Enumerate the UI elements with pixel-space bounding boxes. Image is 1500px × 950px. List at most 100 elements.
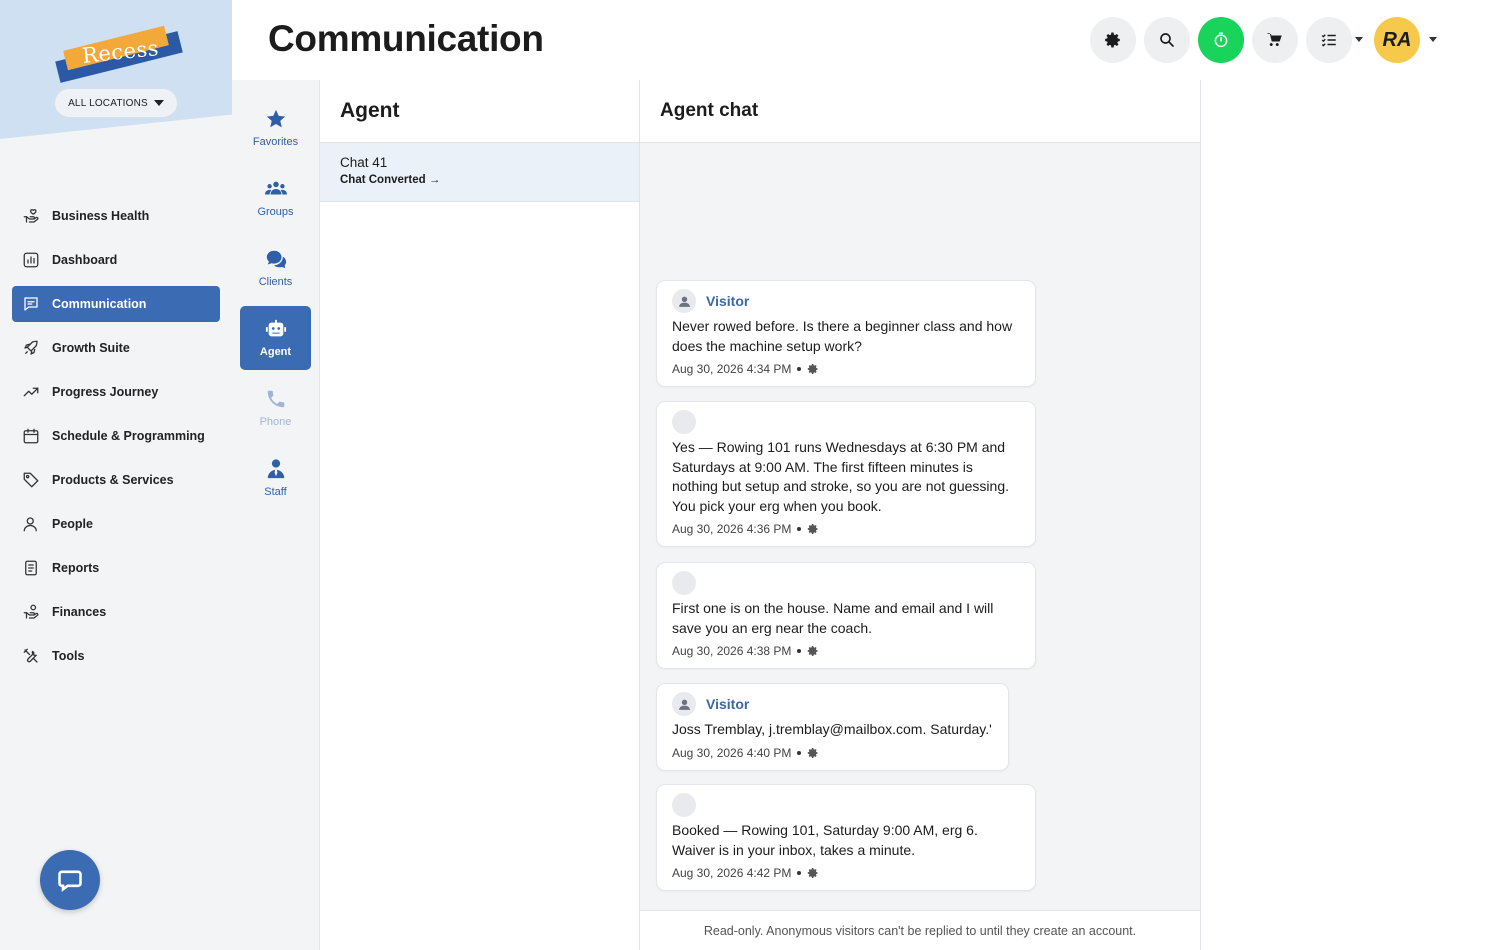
subnav-phone[interactable]: Phone [240,376,311,440]
report-icon [21,558,41,578]
page-title: Communication [268,18,544,59]
message-meta: Aug 30, 2026 4:42 PM [672,866,1021,880]
message-sender [672,793,1021,817]
sidebar-item-label: Progress Journey [52,385,159,399]
task-list-button[interactable] [1306,17,1352,63]
sidebar-item-dashboard[interactable]: Dashboard [12,242,220,278]
chat-header: Agent chat [640,80,1200,143]
chat-name: Chat 41 [340,155,388,170]
chat-bubble-icon [58,870,82,892]
sidebar-item-reports[interactable]: Reports [12,550,220,586]
gear-icon [808,747,818,758]
message-meta: Aug 30, 2026 4:36 PM [672,522,1021,536]
chat-message: First one is on the house. Name and emai… [656,562,1036,669]
message-meta: Aug 30, 2026 4:34 PM [672,362,1021,376]
gear-icon [808,868,818,878]
all-locations-label: ALL LOCATIONS [68,97,148,109]
avatar [672,410,696,434]
sidebar-item-products-services[interactable]: Products & Services [12,462,220,498]
star-icon [266,109,285,128]
separator-dot [797,649,802,653]
message-sender [672,571,1021,595]
subnav-label: Phone [259,416,292,428]
message-sender: Visitor [672,289,1021,313]
subnav-groups[interactable]: Groups [240,166,311,230]
message-time: Aug 30, 2026 4:40 PM [672,745,792,760]
sidebar: Recess ALL LOCATIONS Business Health Das… [0,0,232,950]
separator-dot [797,367,802,371]
message-time: Aug 30, 2026 4:38 PM [672,644,792,658]
sidebar-item-label: People [52,517,93,531]
caret-down-icon [153,100,164,106]
chat-message: Yes — Rowing 101 runs Wednesdays at 6:30… [656,401,1036,547]
message-time: Aug 30, 2026 4:34 PM [672,362,792,376]
avatar [672,793,696,817]
person-icon [21,514,41,534]
subnav-label: Groups [257,206,294,218]
sidebar-item-label: Communication [52,297,147,311]
tag-icon [21,470,41,490]
sidebar-item-business-health[interactable]: Business Health [12,198,220,234]
gear-icon [808,524,818,534]
message-text: First one is on the house. Name and emai… [672,600,994,636]
separator-dot [797,871,802,875]
hand-heart-icon [21,206,41,226]
chat-list-item[interactable]: Chat 41 Chat Converted → [320,143,639,202]
sidebar-item-growth-suite[interactable]: Growth Suite [12,330,220,366]
communication-subnav: Favorites Groups Clients Agent Phone Sta… [232,80,320,950]
gear-icon [808,646,818,656]
subnav-label: Agent [259,346,292,358]
hand-coin-icon [21,602,41,622]
search-icon [1160,33,1174,47]
main-nav: Business Health Dashboard Communication … [12,198,220,682]
person-icon [678,296,690,307]
rocket-icon [21,338,41,358]
subnav-clients[interactable]: Clients [240,236,311,300]
recess-logo[interactable]: Recess [55,25,183,83]
sidebar-item-people[interactable]: People [12,506,220,542]
user-avatar[interactable]: RA [1374,17,1420,63]
cart-icon [1267,33,1282,47]
sidebar-item-tools[interactable]: Tools [12,638,220,674]
robot-icon [265,319,286,337]
task-list-caret-icon[interactable] [1355,37,1363,42]
sidebar-item-finances[interactable]: Finances [12,594,220,630]
subnav-agent[interactable]: Agent [240,306,311,370]
groups-icon [264,181,287,195]
logo-text: Recess [80,36,161,68]
sender-name: Visitor [706,696,750,712]
message-sender [672,410,1021,434]
trend-up-icon [21,382,41,402]
subnav-favorites[interactable]: Favorites [240,96,311,160]
message-text: Yes — Rowing 101 runs Wednesdays at 6:30… [672,439,1010,514]
sidebar-item-communication[interactable]: Communication [12,286,220,322]
chat-title: Agent chat [660,100,759,121]
sidebar-item-schedule-programming[interactable]: Schedule & Programming [12,418,220,454]
timer-button[interactable] [1198,17,1244,63]
sidebar-item-label: Finances [52,605,107,619]
settings-button[interactable] [1090,17,1136,63]
subnav-staff[interactable]: Staff [240,446,311,510]
sidebar-item-label: Schedule & Programming [52,429,205,443]
gear-icon [1105,32,1120,48]
brand-area: Recess ALL LOCATIONS [0,0,232,175]
sidebar-item-label: Dashboard [52,253,118,267]
chat-message: Booked — Rowing 101, Saturday 9:00 AM, e… [656,784,1036,891]
sidebar-item-label: Reports [52,561,100,575]
search-button[interactable] [1144,17,1190,63]
gear-icon [808,364,818,374]
sidebar-item-progress-journey[interactable]: Progress Journey [12,374,220,410]
all-locations-button[interactable]: ALL LOCATIONS [54,88,178,118]
chat-message: Visitor Never rowed before. Is there a b… [656,280,1036,387]
separator-dot [797,527,802,531]
sidebar-item-label: Tools [52,649,85,663]
help-chat-button[interactable] [40,850,100,910]
chat-message: Visitor Joss Tremblay, j.tremblay@mailbo… [656,683,1009,771]
account-caret-icon[interactable] [1429,37,1437,42]
message-time: Aug 30, 2026 4:36 PM [672,522,792,536]
sidebar-item-label: Products & Services [52,473,174,487]
cart-button[interactable] [1252,17,1298,63]
subnav-label: Clients [258,276,293,288]
agent-panel-title: Agent [340,99,400,122]
subnav-label: Favorites [252,136,299,148]
